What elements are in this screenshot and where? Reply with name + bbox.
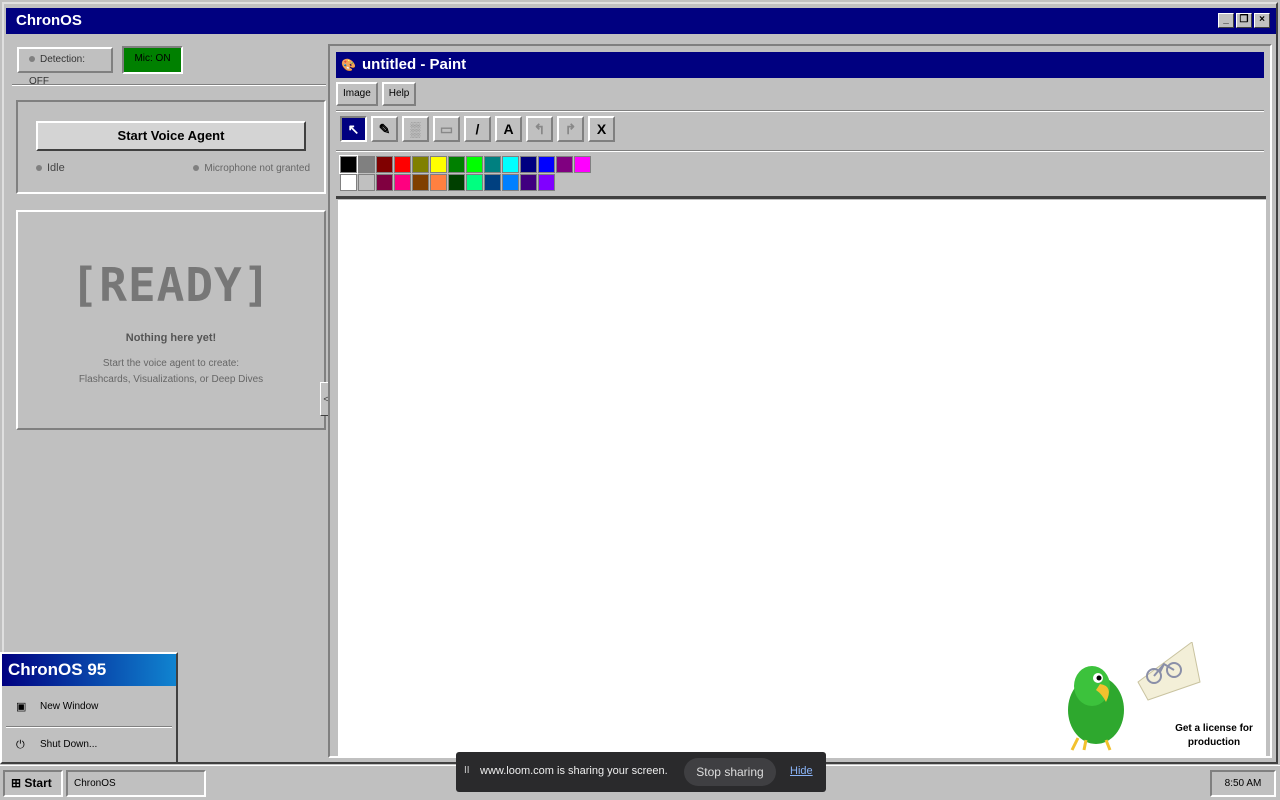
undo-icon[interactable]: ↰ (526, 116, 553, 142)
color-swatch[interactable] (448, 156, 465, 173)
parrot-body (1068, 666, 1124, 751)
content-placeholder: [READY] Nothing here yet! Start the voic… (16, 210, 326, 430)
pencil-tool-icon[interactable]: ✎ (371, 116, 398, 142)
color-swatch[interactable] (430, 156, 447, 173)
detection-status-dot (29, 56, 35, 63)
window-titlebar[interactable]: ChronOS _ ❐ × (6, 8, 1276, 34)
close-button[interactable]: × (1254, 13, 1270, 28)
window-title: ChronOS (16, 12, 82, 29)
paint-title: untitled - Paint (362, 56, 467, 73)
text-tool-icon[interactable]: A (495, 116, 522, 142)
start-menu: ChronOS 95 ▣ New Window ⏻ Shut Down... (0, 652, 178, 764)
windows-logo-icon: ⊞ (11, 776, 22, 790)
color-swatch[interactable] (358, 156, 375, 173)
menu-help[interactable]: Help (381, 82, 417, 106)
voice-agent-panel: Start Voice Agent Idle Microphone not gr… (16, 100, 326, 194)
color-swatch[interactable] (376, 156, 393, 173)
mic-permission-status: Microphone not granted (193, 163, 310, 174)
agent-status: Idle (36, 162, 65, 174)
paint-palette-icon: 🎨 (341, 58, 356, 72)
restore-button[interactable]: ❐ (1236, 13, 1252, 28)
color-swatch[interactable] (412, 156, 429, 173)
color-swatch[interactable] (340, 174, 357, 191)
empty-state-hint-options: Flashcards, Visualizations, or Deep Dive… (78, 374, 264, 385)
redo-icon[interactable]: ↱ (557, 116, 584, 142)
bicycle-paper-icon (1137, 642, 1201, 701)
minimize-button[interactable]: _ (1218, 13, 1234, 28)
color-swatch[interactable] (394, 156, 411, 173)
paint-toolbar: ↖ ✎ ▒ ▭ / A ↰ ↱ X (340, 116, 615, 142)
palette-row (339, 155, 591, 174)
palette-row (340, 174, 591, 191)
color-swatch[interactable] (556, 156, 573, 173)
color-swatch[interactable] (502, 174, 519, 191)
color-swatch[interactable] (520, 174, 537, 191)
paint-titlebar[interactable]: 🎨 untitled - Paint (336, 52, 1264, 78)
line-tool-icon[interactable]: / (464, 116, 491, 142)
color-swatch[interactable] (358, 174, 375, 191)
color-swatch[interactable] (520, 156, 537, 173)
color-swatch[interactable] (430, 174, 447, 191)
divider (336, 150, 1264, 152)
empty-state-heading: Nothing here yet! (125, 332, 217, 344)
select-tool-icon[interactable]: ↖ (340, 116, 367, 142)
start-menu-banner: ChronOS 95 (2, 654, 176, 686)
clear-icon[interactable]: X (588, 116, 615, 142)
color-swatch[interactable] (484, 156, 501, 173)
drag-handle-icon[interactable]: II (464, 765, 470, 776)
window-icon: ▣ (16, 701, 27, 713)
fill-tool-icon[interactable]: ▒ (402, 116, 429, 142)
ready-title: [READY] (70, 258, 272, 312)
color-swatch[interactable] (339, 155, 358, 174)
hide-link[interactable]: Hide (790, 765, 813, 777)
stop-sharing-button[interactable]: Stop sharing (684, 758, 776, 786)
divider (12, 84, 326, 86)
screen-share-notice: II www.loom.com is sharing your screen. … (456, 752, 826, 792)
color-swatch[interactable] (574, 156, 591, 173)
new-window-menu-item[interactable]: ▣ New Window (2, 690, 176, 724)
divider (336, 110, 1264, 112)
shut-down-menu-item[interactable]: ⏻ Shut Down... (2, 728, 176, 762)
mic-toggle-button[interactable]: Mic: ON (122, 46, 183, 74)
color-swatch[interactable] (466, 174, 483, 191)
taskbar-clock: 8:50 AM (1210, 770, 1276, 797)
color-swatch[interactable] (448, 174, 465, 191)
canvas-border (336, 196, 1266, 199)
start-voice-agent-button[interactable]: Start Voice Agent (36, 121, 306, 151)
start-button[interactable]: ⊞ Start (3, 770, 63, 797)
license-notice: Get a license for production (1175, 723, 1253, 748)
color-swatch[interactable] (484, 174, 501, 191)
screen-share-message: www.loom.com is sharing your screen. (480, 765, 668, 777)
color-swatch[interactable] (538, 156, 555, 173)
detection-toggle-button[interactable]: Detection: OFF (17, 47, 113, 87)
menu-image[interactable]: Image (336, 82, 378, 106)
paint-menubar: Image Help (336, 82, 417, 108)
color-swatch[interactable] (538, 174, 555, 191)
color-swatch[interactable] (394, 174, 411, 191)
taskbar-item-chronos[interactable]: ChronOS (66, 770, 206, 797)
color-swatch[interactable] (502, 156, 519, 173)
color-swatch[interactable] (412, 174, 429, 191)
power-icon: ⏻ (16, 739, 25, 751)
color-swatch[interactable] (466, 156, 483, 173)
empty-state-hint: Start the voice agent to create: (102, 358, 240, 369)
rectangle-tool-icon[interactable]: ▭ (433, 116, 460, 142)
color-palette (339, 155, 591, 192)
color-swatch[interactable] (376, 174, 393, 191)
